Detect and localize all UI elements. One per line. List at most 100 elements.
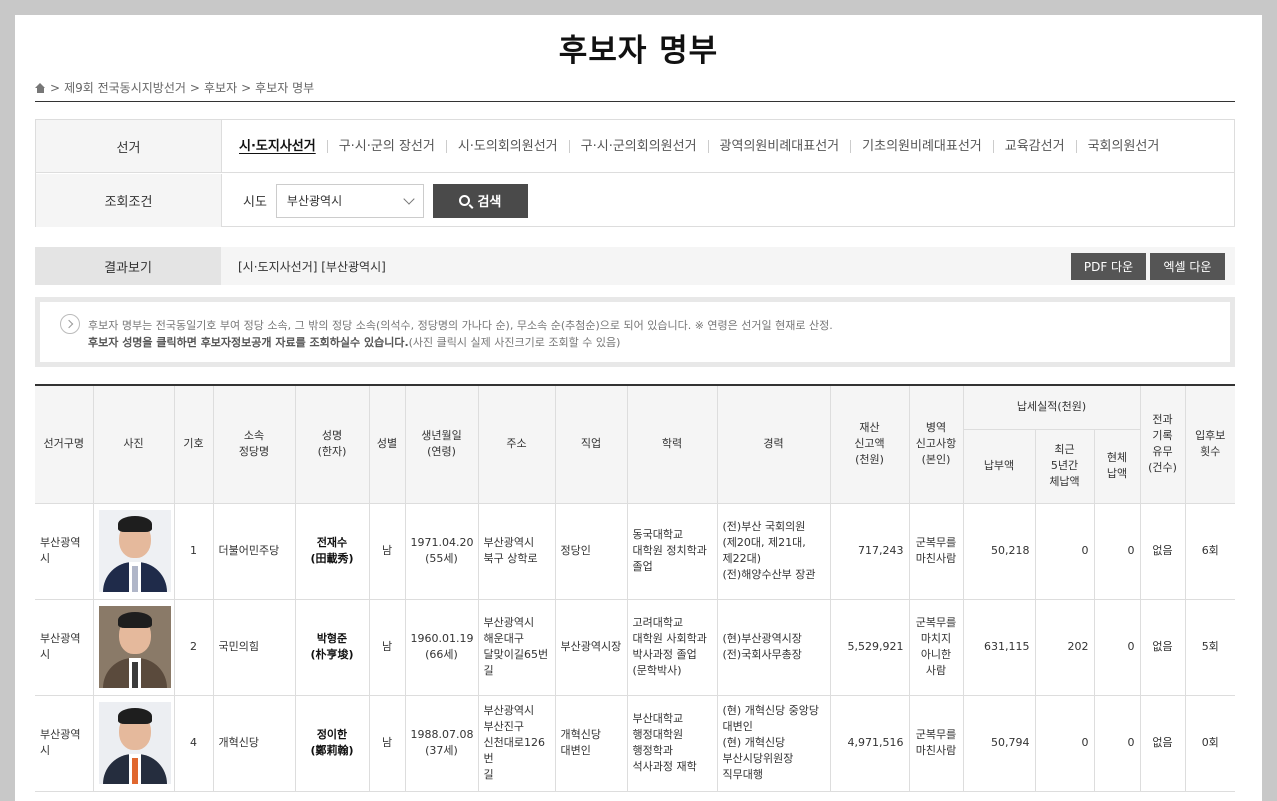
breadcrumb-item[interactable]: 제9회 전국동시지방선거 [64,79,186,96]
candidate-photo[interactable] [98,510,171,592]
notice-text: 후보자 명부는 전국동일기호 부여 정당 소속, 그 밖의 정당 소속(의석수,… [88,319,833,332]
page: 후보자 명부 > 제9회 전국동시지방선거 > 후보자 > 후보자 명부 선거 … [15,15,1262,801]
chevron-right-circle-icon [60,314,80,334]
assets-cell: 5,529,921 [829,598,910,696]
header-party: 소속 정당명 [212,384,296,504]
tab-basic-proportional[interactable]: 기초의원비례대표선거 [850,139,993,153]
page-title: 후보자 명부 [558,33,719,69]
search-button-label: 검색 [477,195,502,210]
condition-row: 조회조건 시도 부산광역시 검색 [36,174,1234,227]
tax-now-cell: 0 [1093,598,1141,696]
pdf-download-button[interactable]: PDF 다운 [1071,252,1146,280]
tab-local-council[interactable]: 구·시·군의회의원선거 [568,139,708,153]
gender-cell: 남 [368,694,406,792]
tax-paid-cell: 50,218 [962,502,1036,600]
number-cell: 2 [173,598,214,696]
chevron-down-icon [403,192,415,205]
tab-metro-proportional[interactable]: 광역의원비례대표선거 [707,139,851,153]
sido-select-value: 부산광역시 [286,194,343,208]
breadcrumb-item[interactable]: 후보자 [204,79,237,96]
job-cell: 정당인 [554,502,628,600]
military-cell: 군복무를 마치지 아니한 사람 [908,598,964,696]
table-row: 부산광역시 4 개혁신당 정이한 (鄭莉翰) 남 1988.07.08 (37세) 부산광역… [35,694,1235,792]
tax-5y-cell: 0 [1034,694,1095,792]
runs-cell: 0회 [1184,694,1235,792]
header-address: 주소 [477,384,556,504]
breadcrumb-item[interactable]: 후보자 명부 [255,79,314,96]
number-cell: 1 [173,502,214,600]
header-runs: 입후보 횟수 [1184,384,1235,504]
candidate-photo[interactable] [98,606,171,688]
table-row: 부산광역시 1 더불어민주당 전재수 (田載秀) 남 1971.04.20 (55세) 부산… [35,502,1235,600]
tab-local-head[interactable]: 구·시·군의 장선거 [326,139,446,153]
sido-label: 시도 [243,195,267,210]
tab-sido-council[interactable]: 시·도의회의원선거 [445,139,569,153]
header-birth: 생년월일 (연령) [404,384,479,504]
breadcrumb-sep: > [189,80,200,95]
breadcrumb-sep: > [241,80,252,95]
breadcrumb-sep: > [50,80,61,95]
education-cell: 부산대학교 행정대학원 행정학과 석사과정 재학 [626,694,718,792]
candidate-name[interactable]: 박형준 (朴亨埈) [294,598,370,696]
sido-select[interactable]: 부산광역시 [275,183,424,218]
header-job: 직업 [554,384,628,504]
photo-cell [92,502,175,600]
candidate-table: 선거구명 사진 기호 소속 정당명 성명 (한자) 성별 생년월일 (연령) 주… [35,384,1235,792]
home-icon[interactable] [35,82,46,93]
military-cell: 군복무를 마친사람 [908,694,964,792]
gender-cell: 남 [368,598,406,696]
district-cell: 부산광역시 [35,694,94,792]
condition-label: 조회조건 [36,174,222,227]
header-criminal: 전과 기록 유무 (건수) [1139,384,1186,504]
notice-rest-text: (사진 클릭시 실제 사진크기로 조회할 수 있음) [408,336,621,349]
party-cell: 국민의힘 [212,598,296,696]
header-education: 학력 [626,384,718,504]
photo-cell [92,598,175,696]
excel-download-button[interactable]: 엑셀 다운 [1150,252,1225,280]
tax-5y-cell: 202 [1034,598,1095,696]
header-career: 경력 [716,384,831,504]
address-cell: 부산광역시 해운대구 달맞이길65번 길 [477,598,556,696]
search-button[interactable]: 검색 [432,183,528,218]
header-tax-5y: 최근 5년간 체납액 [1034,428,1095,504]
assets-cell: 717,243 [829,502,910,600]
breadcrumb: > 제9회 전국동시지방선거 > 후보자 > 후보자 명부 [35,79,314,96]
tab-education-superintendent[interactable]: 교육감선거 [992,139,1076,153]
assets-cell: 4,971,516 [829,694,910,792]
address-cell: 부산광역시 부산진구 신천대로126번 길 [477,694,556,792]
header-name: 성명 (한자) [294,384,370,504]
birth-cell: 1988.07.08 (37세) [404,694,479,792]
career-cell: (전)부산 국회의원 (제20대, 제21대, 제22대) (전)해양수산부 장… [716,502,831,600]
education-cell: 고려대학교 대학원 사회학과 박사과정 졸업 (문학박사) [626,598,718,696]
election-tabs: 시·도지사선거 구·시·군의 장선거 시·도의회의원선거 구·시·군의회의원선거… [222,120,1170,172]
title-divider [35,101,1235,102]
header-district: 선거구명 [35,384,94,504]
header-tax-group: 납세실적(천원) [962,384,1141,430]
career-cell: (현)부산광역시장 (전)국회사무총장 [716,598,831,696]
candidate-name[interactable]: 전재수 (田載秀) [294,502,370,600]
notice-box: 후보자 명부는 전국동일기호 부여 정당 소속, 그 밖의 정당 소속(의석수,… [35,297,1235,367]
tab-national-assembly[interactable]: 국회의원선거 [1075,139,1171,153]
result-text: [시·도지사선거] [부산광역시] [238,259,386,274]
district-cell: 부산광역시 [35,598,94,696]
criminal-cell: 없음 [1139,502,1186,600]
election-label: 선거 [36,120,222,172]
tax-now-cell: 0 [1093,694,1141,792]
criminal-cell: 없음 [1139,694,1186,792]
candidate-name[interactable]: 정이한 (鄭莉翰) [294,694,370,792]
header-military: 병역 신고사항 (본인) [908,384,964,504]
tab-sido-governor[interactable]: 시·도지사선거 [239,140,327,153]
header-tax-now: 현체 납액 [1093,428,1140,504]
election-row: 선거 시·도지사선거 구·시·군의 장선거 시·도의회의원선거 구·시·군의회의… [36,120,1234,173]
birth-cell: 1971.04.20 (55세) [404,502,479,600]
runs-cell: 5회 [1184,598,1235,696]
header-photo: 사진 [92,384,175,504]
candidate-photo[interactable] [98,702,171,784]
header-number: 기호 [173,384,214,504]
header-tax-paid: 납부액 [963,428,1036,504]
tax-5y-cell: 0 [1034,502,1095,600]
search-filter: 선거 시·도지사선거 구·시·군의 장선거 시·도의회의원선거 구·시·군의회의… [35,119,1235,227]
tax-now-cell: 0 [1093,502,1141,600]
runs-cell: 6회 [1184,502,1235,600]
tax-paid-cell: 50,794 [962,694,1036,792]
